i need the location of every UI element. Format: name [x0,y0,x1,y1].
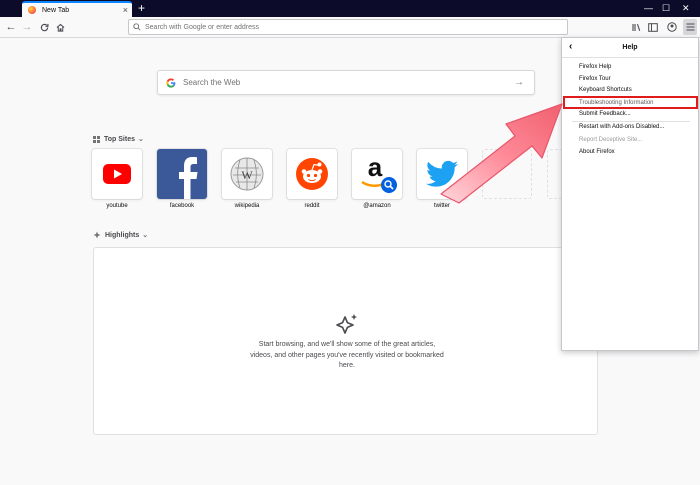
address-bar[interactable]: Search with Google or enter address [128,19,568,35]
menu-separator [572,121,690,122]
facebook-icon [179,157,198,199]
library-icon[interactable] [630,19,644,35]
close-tab-icon[interactable]: × [123,5,128,15]
navigation-toolbar: ← → Search with Google or enter address [0,17,700,38]
grid-icon [93,135,100,143]
tile-label: wikipedia [234,203,260,209]
tile-label: twitter [433,203,450,209]
tile-label: youtube [106,203,128,209]
menu-item-about-firefox[interactable]: About Firefox [579,149,615,155]
search-go-arrow-icon[interactable]: → [514,77,524,88]
tab-title: New Tab [42,6,70,14]
chevron-down-icon: ⌄ [142,232,149,239]
top-site-tile[interactable]: twitter [417,149,467,209]
firefox-favicon-icon [28,6,36,14]
highlights-empty-state: Start browsing, and we'll show some of t… [93,247,598,435]
top-site-tile[interactable]: youtube [92,149,142,209]
help-menu-panel: ‹ Help Firefox Help Firefox Tour Keyboar… [561,37,699,351]
top-site-tile[interactable]: reddit [287,149,337,209]
maximize-icon[interactable]: ☐ [662,1,670,15]
top-site-tile[interactable]: a @amazon [352,149,402,209]
tile-icon-box: W [222,149,272,199]
firefox-window: New Tab × + — ☐ ✕ ← → Search with Google… [0,0,700,485]
close-window-icon[interactable]: ✕ [682,1,690,15]
sidebar-icon[interactable] [646,19,660,35]
tile-icon-box: a [352,149,402,199]
help-menu-header: ‹ Help [562,38,698,58]
help-menu-title: Help [622,44,638,51]
sparkle-icon [93,231,101,239]
amazon-icon: a [361,152,397,193]
svg-text:W: W [241,168,253,182]
wikipedia-icon: W [230,157,264,191]
highlights-empty-message: Start browsing, and we'll show some of t… [250,341,444,369]
address-bar-placeholder: Search with Google or enter address [145,23,260,31]
tile-icon-box [92,149,142,199]
svg-text:a: a [368,152,383,182]
web-search-box[interactable]: Search the Web → [157,70,535,95]
highlights-sparkle-icon [336,314,357,334]
tile-icon-box [417,149,467,199]
menu-item-report-deceptive-site[interactable]: Report Deceptive Site... [579,137,642,143]
back-arrow-icon[interactable]: ← [4,19,18,35]
minimize-icon[interactable]: — [644,1,653,15]
annotation-highlight-box [563,96,698,109]
forward-arrow-icon[interactable]: → [20,19,34,35]
menu-item-restart-addons-disabled[interactable]: Restart with Add-ons Disabled... [579,124,664,130]
menu-item-keyboard-shortcuts[interactable]: Keyboard Shortcuts [579,87,632,93]
search-icon [133,23,141,31]
chevron-down-icon: ⌄ [137,136,144,143]
tile-icon-box [157,149,207,199]
new-tab-plus-icon[interactable]: + [138,1,145,15]
home-icon[interactable] [53,19,67,35]
menu-item-firefox-tour[interactable]: Firefox Tour [579,76,611,82]
account-icon[interactable] [665,19,679,35]
back-chevron-icon[interactable]: ‹ [569,41,572,52]
tile-icon-box [287,149,337,199]
tile-label: facebook [169,203,195,209]
google-g-icon [166,77,176,88]
reddit-icon [296,158,328,190]
tile-label: @amazon [363,203,391,209]
menu-item-submit-feedback[interactable]: Submit Feedback... [579,111,631,117]
menu-item-firefox-help[interactable]: Firefox Help [579,64,611,70]
highlights-title: Highlights [105,231,140,239]
tab-strip: New Tab × + — ☐ ✕ [0,0,700,17]
highlights-heading[interactable]: Highlights ⌄ [93,231,148,239]
top-site-tile[interactable]: W wikipedia [222,149,272,209]
tile-label: reddit [304,203,320,209]
twitter-icon [426,160,458,187]
top-site-tile[interactable]: facebook [157,149,207,209]
top-sites-heading[interactable]: Top Sites ⌄ [93,135,144,143]
top-sites-title: Top Sites [104,135,135,143]
hamburger-menu-icon[interactable] [683,19,697,35]
empty-tile-placeholder [482,149,532,199]
youtube-icon [103,164,131,184]
web-search-placeholder: Search the Web [183,78,241,87]
reload-icon[interactable] [37,19,51,35]
tab-new-tab[interactable]: New Tab × [22,1,132,17]
